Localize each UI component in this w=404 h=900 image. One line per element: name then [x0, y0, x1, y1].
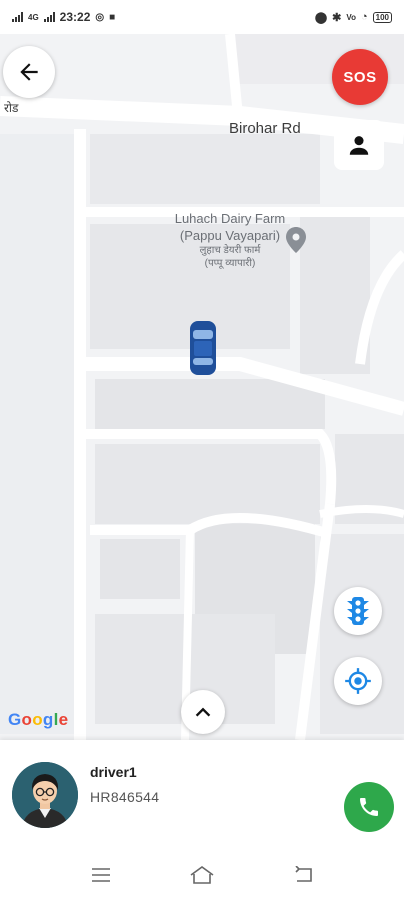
- whatsapp-icon: ◎: [95, 11, 105, 23]
- location-icon: ⬤: [314, 11, 328, 24]
- location-pin-icon[interactable]: [286, 227, 306, 253]
- signal-icon: [12, 12, 23, 22]
- google-logo-letter: o: [32, 710, 43, 729]
- network-type: 4G: [28, 12, 39, 22]
- traffic-light-icon: [347, 597, 369, 625]
- menu-icon[interactable]: [86, 863, 116, 887]
- street-label-road: रोड: [4, 101, 19, 115]
- poi-name-hindi-line2: (पप्पू व्यापारी): [204, 258, 256, 269]
- avatar: [12, 762, 78, 828]
- my-location-button[interactable]: [334, 657, 382, 705]
- battery-indicator: 100: [372, 11, 392, 23]
- map-view[interactable]: रोड Birohar Rd Luhach Dairy Farm (Pappu …: [0, 34, 404, 740]
- back-button[interactable]: [3, 46, 55, 98]
- sos-button[interactable]: SOS: [332, 49, 388, 105]
- street-label-birohar: Birohar Rd: [229, 120, 301, 137]
- arrow-left-icon: [20, 63, 38, 81]
- bluetooth-icon: ✱: [332, 11, 342, 24]
- chevron-up-icon: [195, 707, 211, 717]
- status-time: 23:22: [59, 10, 91, 24]
- status-left: 4G 23:22 ◎ ■: [12, 10, 115, 24]
- traffic-button[interactable]: [334, 587, 382, 635]
- wifi-icon: ◔: [360, 11, 368, 23]
- back-icon[interactable]: [288, 863, 318, 887]
- google-logo-letter: e: [58, 710, 69, 729]
- car-icon: [190, 321, 216, 375]
- call-button[interactable]: [344, 782, 394, 832]
- status-right: ⬤ ✱ Vo ◔ 100: [315, 11, 392, 24]
- person-icon: [349, 136, 369, 155]
- google-logo: Google: [8, 710, 68, 730]
- driver-name: driver1: [90, 764, 137, 780]
- expand-button[interactable]: [181, 690, 225, 734]
- media-icon: ■: [109, 11, 116, 23]
- status-bar: 4G 23:22 ◎ ■ ⬤ ✱ Vo ◔ 100: [0, 0, 404, 34]
- driver-avatar-icon: [12, 762, 78, 828]
- google-logo-letter: o: [21, 710, 33, 729]
- phone-icon: [360, 798, 378, 816]
- signal-icon-2: [43, 12, 55, 22]
- my-location-icon: [345, 668, 371, 694]
- driver-panel: driver1 HR846544: [0, 740, 404, 850]
- home-icon[interactable]: [187, 863, 217, 887]
- vehicle-number: HR846544: [90, 789, 160, 805]
- volte-icon: Vo: [346, 12, 356, 22]
- poi-name-line1: Luhach Dairy Farm: [174, 211, 286, 226]
- system-nav-bar: [0, 850, 404, 900]
- google-logo-letter: G: [8, 710, 22, 729]
- google-logo-letter: g: [42, 710, 54, 729]
- profile-button[interactable]: [334, 120, 384, 170]
